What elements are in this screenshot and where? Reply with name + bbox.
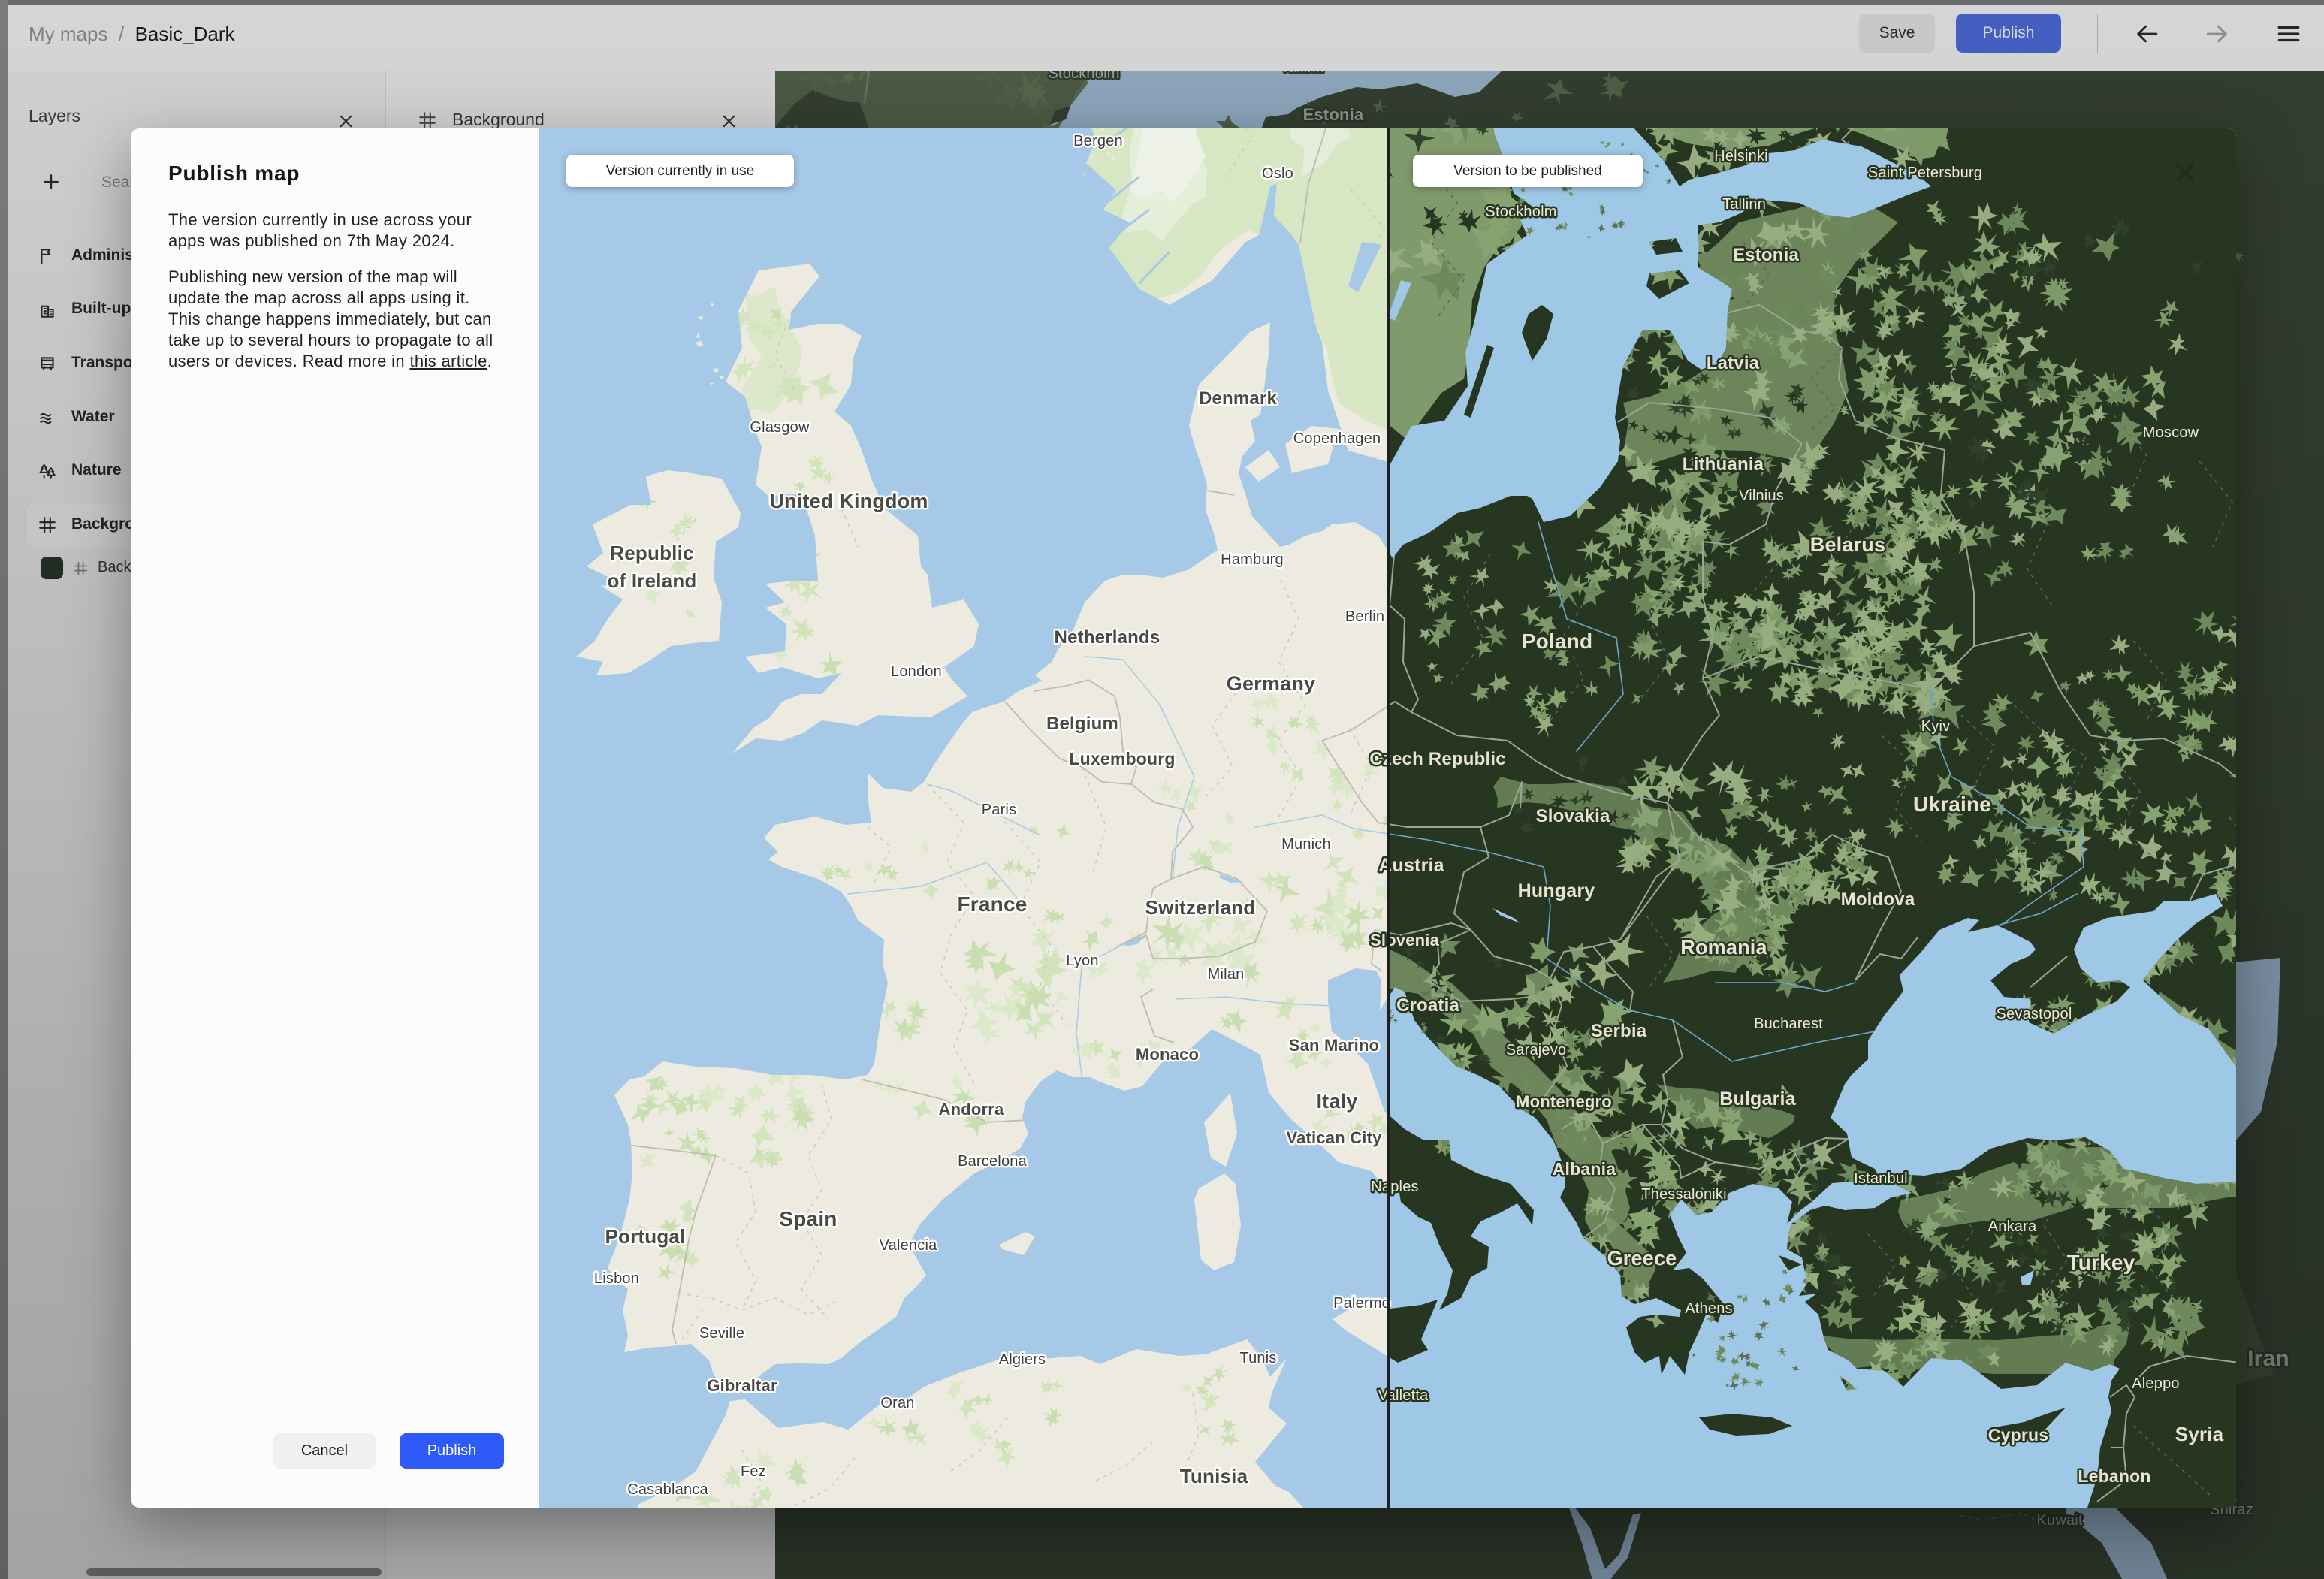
- svg-text:Aleppo: Aleppo: [2132, 1375, 2179, 1392]
- svg-text:Bucharest: Bucharest: [1754, 1016, 1823, 1032]
- svg-text:Cyprus: Cyprus: [1988, 1425, 2048, 1445]
- svg-text:London: London: [891, 663, 942, 680]
- svg-text:Sarajevo: Sarajevo: [1506, 1042, 1567, 1058]
- svg-text:Ukraine: Ukraine: [1913, 793, 1991, 816]
- svg-text:France: France: [957, 892, 1027, 916]
- svg-text:Belgium: Belgium: [1046, 714, 1118, 734]
- svg-text:Seville: Seville: [699, 1325, 744, 1342]
- svg-text:Istanbul: Istanbul: [1854, 1170, 1908, 1187]
- svg-text:San Marino: San Marino: [1289, 1036, 1380, 1055]
- svg-text:Belarus: Belarus: [1810, 533, 1885, 556]
- svg-text:Lyon: Lyon: [1066, 953, 1098, 969]
- svg-text:Berlin: Berlin: [1345, 608, 1384, 625]
- svg-text:Germany: Germany: [1227, 672, 1315, 695]
- svg-text:Lebanon: Lebanon: [2078, 1466, 2150, 1486]
- svg-text:Palermo: Palermo: [1333, 1295, 1390, 1312]
- svg-text:Ankara: Ankara: [1988, 1218, 2037, 1235]
- svg-text:Tallinn: Tallinn: [1722, 196, 1766, 213]
- svg-text:Lisbon: Lisbon: [594, 1270, 639, 1287]
- svg-text:Valencia: Valencia: [880, 1237, 938, 1254]
- svg-text:Denmark: Denmark: [1199, 388, 1278, 409]
- svg-text:Casablanca: Casablanca: [627, 1481, 708, 1498]
- svg-text:Athens: Athens: [1685, 1300, 1732, 1317]
- svg-text:Thessaloniki: Thessaloniki: [1641, 1186, 1727, 1203]
- svg-text:Switzerland: Switzerland: [1145, 896, 1256, 919]
- svg-text:Albania: Albania: [1553, 1159, 1616, 1179]
- svg-text:Republic: Republic: [610, 542, 693, 564]
- svg-text:Milan: Milan: [1208, 966, 1245, 983]
- svg-text:Copenhagen: Copenhagen: [1293, 430, 1381, 447]
- svg-text:Munich: Munich: [1281, 836, 1331, 853]
- svg-text:Tunis: Tunis: [1239, 1350, 1276, 1366]
- svg-text:Vilnius: Vilnius: [1739, 488, 1784, 504]
- svg-text:Luxembourg: Luxembourg: [1069, 749, 1175, 768]
- svg-text:Valletta: Valletta: [1378, 1387, 1429, 1404]
- svg-text:Estonia: Estonia: [1733, 245, 1800, 265]
- svg-text:Sevastopol: Sevastopol: [1997, 1006, 2072, 1022]
- svg-text:Monaco: Monaco: [1136, 1045, 1199, 1064]
- svg-text:Romania: Romania: [1680, 936, 1767, 959]
- svg-text:Bergen: Bergen: [1073, 133, 1123, 149]
- svg-text:Paris: Paris: [982, 802, 1017, 818]
- svg-text:Greece: Greece: [1607, 1247, 1677, 1270]
- svg-text:Serbia: Serbia: [1591, 1021, 1647, 1041]
- svg-text:Kyiv: Kyiv: [1921, 718, 1951, 735]
- svg-text:Vatican City: Vatican City: [1286, 1128, 1382, 1147]
- svg-text:Italy: Italy: [1316, 1090, 1357, 1113]
- svg-text:Fez: Fez: [741, 1463, 766, 1480]
- svg-text:Saint Petersburg: Saint Petersburg: [1868, 165, 1982, 181]
- svg-text:Slovakia: Slovakia: [1536, 806, 1610, 826]
- svg-text:Moscow: Moscow: [2143, 424, 2199, 441]
- svg-text:Tunisia: Tunisia: [1180, 1465, 1248, 1487]
- svg-text:of Ireland: of Ireland: [607, 569, 696, 592]
- svg-text:Poland: Poland: [1522, 629, 1593, 653]
- svg-text:Barcelona: Barcelona: [958, 1153, 1028, 1170]
- svg-text:Lithuania: Lithuania: [1683, 454, 1764, 475]
- svg-text:Hungary: Hungary: [1518, 880, 1595, 901]
- svg-text:Syria: Syria: [2175, 1423, 2224, 1445]
- svg-text:Montenegro: Montenegro: [1516, 1092, 1612, 1111]
- svg-text:Czech Republic: Czech Republic: [1369, 749, 1506, 769]
- svg-text:Moldova: Moldova: [1841, 889, 1915, 910]
- svg-text:Glasgow: Glasgow: [750, 419, 810, 436]
- svg-text:Naples: Naples: [1371, 1179, 1418, 1195]
- svg-text:Gibraltar: Gibraltar: [707, 1376, 777, 1395]
- svg-text:Portugal: Portugal: [605, 1225, 685, 1248]
- svg-text:Oran: Oran: [880, 1395, 914, 1411]
- svg-text:Croatia: Croatia: [1396, 995, 1460, 1016]
- svg-text:Spain: Spain: [779, 1207, 837, 1230]
- svg-text:Turkey: Turkey: [2067, 1251, 2135, 1274]
- svg-text:Hamburg: Hamburg: [1221, 551, 1284, 568]
- svg-text:Netherlands: Netherlands: [1055, 627, 1160, 648]
- svg-text:United Kingdom: United Kingdom: [769, 490, 928, 512]
- svg-text:Andorra: Andorra: [939, 1100, 1005, 1119]
- svg-text:Algiers: Algiers: [999, 1351, 1046, 1368]
- svg-text:Helsinki: Helsinki: [1714, 148, 1768, 165]
- svg-text:Bulgaria: Bulgaria: [1719, 1088, 1797, 1110]
- svg-text:Slovenia: Slovenia: [1370, 931, 1440, 950]
- svg-text:Stockholm: Stockholm: [1485, 204, 1556, 220]
- svg-text:Oslo: Oslo: [1262, 165, 1293, 182]
- svg-text:Latvia: Latvia: [1707, 353, 1760, 373]
